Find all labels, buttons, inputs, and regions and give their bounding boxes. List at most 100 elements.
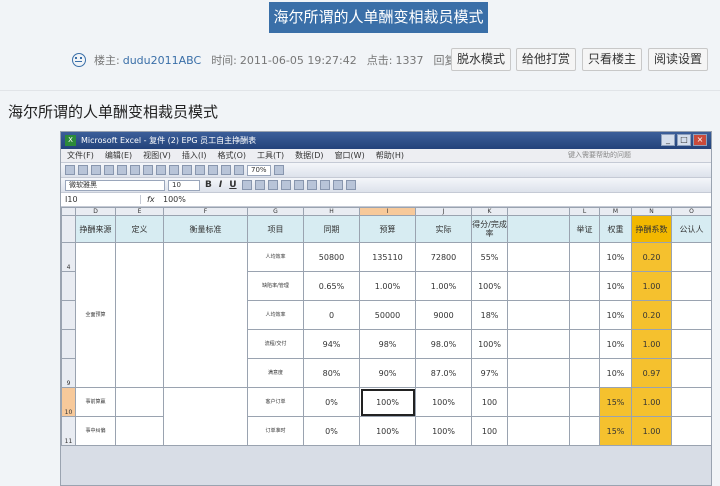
row-number [61,329,76,359]
same-period-cell: 0.65% [303,271,360,301]
col-header: D [75,207,116,216]
definition-cell [115,242,164,388]
page-title: 海尔所谓的人单酬变相裁员模式 [269,2,488,33]
dehydrate-mode-button[interactable]: 脱水模式 [451,48,511,71]
coefficient-cell: 0.97 [631,358,672,388]
zoom-select: 70% [247,164,271,176]
budget-cell: 98% [359,329,416,359]
excel-screenshot: X Microsoft Excel - 复件 (2) EPG 员工自主挣酬表 _… [60,131,712,486]
actual-cell: 100% [415,387,472,417]
formula-value: 100% [163,195,186,204]
empty-cell [507,300,570,330]
align-center-icon [254,180,265,190]
evidence-cell [569,329,600,359]
empty-cell [507,387,570,417]
print-icon [104,165,114,175]
format-toolbar: 微软雅黑 10 BIU [61,178,711,193]
coefficient-cell: 0.20 [631,300,672,330]
criteria-cell [163,242,248,388]
actual-cell: 9000 [415,300,472,330]
weight-cell: 10% [599,300,632,330]
budget-cell: 135110 [359,242,416,272]
source-cell: 全面预算 [75,242,116,388]
undo-icon [182,165,192,175]
underline-icon: U [229,180,237,190]
tip-button[interactable]: 给他打赏 [516,48,576,71]
time-label: 时间: [211,54,237,67]
evidence-cell [569,300,600,330]
fx-icon: fx [147,195,155,204]
approver-cell [671,271,711,301]
cut-icon [143,165,153,175]
menu-data: 数据(D) [295,151,324,160]
evidence-cell [569,271,600,301]
definition-cell [115,416,164,446]
evidence-cell [569,387,600,417]
row-number: 11 [61,416,76,446]
col-header: H [303,207,360,216]
post-title: 海尔所谓的人单酬变相裁员模式 [8,103,219,121]
same-period-cell: 50800 [303,242,360,272]
same-period-cell: 0 [303,300,360,330]
header-cell: 得分/完成率 [471,215,508,243]
weight-cell: 10% [599,329,632,359]
preview-icon [117,165,127,175]
source-cell: 事中纠偏 [75,416,116,446]
empty-cell [507,242,570,272]
rate-cell: 100 [471,416,508,446]
menu-file: 文件(F) [67,151,94,160]
approver-cell [671,358,711,388]
author-only-button[interactable]: 只看楼主 [582,48,642,71]
approver-cell [671,242,711,272]
header-cell: 衡量标准 [163,215,248,243]
rate-cell: 100% [471,271,508,301]
source-cell: 事前算赢 [75,387,116,417]
coefficient-cell: 1.00 [631,271,672,301]
font-size-select: 10 [168,179,200,191]
col-header: J [415,207,472,216]
item-cell: 满意度 [247,358,304,388]
item-cell: 人均效率 [247,300,304,330]
criteria-cell [163,387,248,446]
coefficient-cell: 1.00 [631,387,672,417]
font-select: 微软雅黑 [65,179,165,191]
italic-icon: I [218,180,223,190]
rate-cell: 100 [471,387,508,417]
header-cell: 实际 [415,215,472,243]
rate-cell: 100% [471,329,508,359]
col-header: N [631,207,672,216]
item-cell: 缺陷率/管理 [247,271,304,301]
excel-titlebar: X Microsoft Excel - 复件 (2) EPG 员工自主挣酬表 _… [61,132,711,149]
actual-cell: 72800 [415,242,472,272]
excel-logo-icon: X [65,135,76,146]
col-header [507,207,570,216]
col-header-selected: I [359,207,416,216]
row-number: 10 [61,387,76,417]
evidence-cell [569,416,600,446]
row-number: 4 [61,242,76,272]
font-color-icon [345,180,356,190]
weight-cell: 10% [599,358,632,388]
weight-cell: 10% [599,242,632,272]
redo-icon [195,165,205,175]
table-header-row: 挣酬来源 定义 衡量标准 项目 同期 预算 实际 得分/完成率 举证 权重 挣酬… [61,215,711,243]
corner-cell [61,207,76,216]
evidence-cell [569,242,600,272]
header-cell: 同期 [303,215,360,243]
row-number [61,215,76,243]
clicks-label: 点击: [366,54,393,67]
coefficient-cell: 0.20 [631,242,672,272]
post-meta: 楼主: dudu2011ABC 时间: 2011-06-05 19:27:42 … [72,52,479,68]
header-cell: 权重 [599,215,632,243]
fill-color-icon [332,180,343,190]
same-period-cell: 94% [303,329,360,359]
rate-cell: 55% [471,242,508,272]
restore-icon: □ [677,134,691,146]
open-icon [78,165,88,175]
smiley-icon [72,53,86,67]
reading-settings-button[interactable]: 阅读设置 [648,48,708,71]
spell-icon [130,165,140,175]
merge-icon [280,180,291,190]
menu-view: 视图(V) [143,151,171,160]
author-link[interactable]: dudu2011ABC [123,54,201,67]
